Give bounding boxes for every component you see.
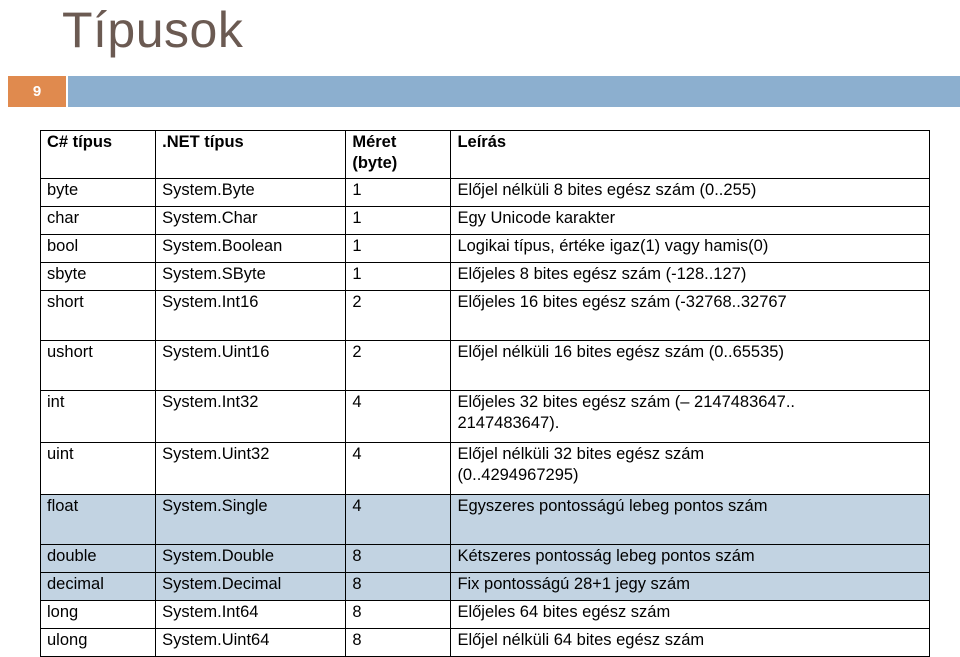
cell-description: Előjel nélküli 64 bites egész szám xyxy=(450,628,930,657)
table-row: byte System.Byte 1 Előjel nélküli 8 bites e… xyxy=(39,178,930,207)
table-row: long System.Int64 8 Előjeles 64 bites egész… xyxy=(39,600,930,629)
table-row: int System.Int32 4 Előjeles 32 bites egész … xyxy=(39,390,930,443)
cell-net-type: System.Int32 xyxy=(155,390,347,443)
cell-size: 1 xyxy=(345,262,452,291)
cell-size: 1 xyxy=(345,234,452,263)
cell-size: 2 xyxy=(345,340,452,391)
cell-cs-type: decimal xyxy=(39,572,157,601)
cell-description: Fix pontosságú 28+1 jegy szám xyxy=(450,572,930,601)
cell-net-type: System.Int16 xyxy=(155,290,347,341)
cell-description: Kétszeres pontosság lebeg pontos szám xyxy=(450,544,930,573)
cell-net-type: System.Byte xyxy=(155,178,347,207)
cell-cs-type: byte xyxy=(39,178,157,207)
cell-net-type: System.Decimal xyxy=(155,572,347,601)
cell-cs-type: ulong xyxy=(39,628,157,657)
cell-description-line2: 2147483647). xyxy=(457,414,560,432)
cell-cs-type: ushort xyxy=(39,340,157,391)
table-row: ulong System.Uint64 8 Előjel nélküli 64 bit… xyxy=(39,628,930,657)
cell-net-type: System.Uint32 xyxy=(155,442,347,495)
header-net-type: .NET típus xyxy=(155,130,347,179)
header-size-label: Méret xyxy=(352,133,397,151)
cell-size: 1 xyxy=(345,206,452,235)
cell-cs-type: int xyxy=(39,390,157,443)
cell-size: 4 xyxy=(345,390,452,443)
cell-size: 8 xyxy=(345,572,452,601)
table-row: float System.Single 4 Egyszeres pontosságú … xyxy=(39,494,930,545)
cell-size: 4 xyxy=(345,442,452,495)
table-row: ushort System.Uint16 2 Előjel nélküli 16 bi… xyxy=(39,340,930,391)
cell-size: 1 xyxy=(345,178,452,207)
cell-description: Előjeles 64 bites egész szám xyxy=(450,600,930,629)
cell-cs-type: sbyte xyxy=(39,262,157,291)
table-row: char System.Char 1 Egy Unicode karakter xyxy=(39,206,930,235)
cell-size: 4 xyxy=(345,494,452,545)
cell-description: Logikai típus, értéke igaz(1) vagy hamis… xyxy=(450,234,930,263)
header-cs-type: C# típus xyxy=(39,130,157,179)
cell-description: Előjel nélküli 32 bites egész szám (0..42… xyxy=(450,442,930,495)
cell-size: 8 xyxy=(345,628,452,657)
cell-net-type: System.SByte xyxy=(155,262,347,291)
cell-size: 2 xyxy=(345,290,452,341)
cell-size: 8 xyxy=(345,600,452,629)
cell-description: Előjeles 8 bites egész szám (-128..127) xyxy=(450,262,930,291)
table-body: byte System.Byte 1 Előjel nélküli 8 bites e… xyxy=(39,178,930,657)
slide-number-badge: 9 xyxy=(8,76,66,107)
table-row: sbyte System.SByte 1 Előjeles 8 bites egész… xyxy=(39,262,930,291)
table-row: short System.Int16 2 Előjeles 16 bites egés… xyxy=(39,290,930,341)
accent-bar xyxy=(68,76,960,107)
cell-net-type: System.Int64 xyxy=(155,600,347,629)
table-row: double System.Double 8 Kétszeres pontosság … xyxy=(39,544,930,573)
cell-description: Előjel nélküli 16 bites egész szám (0..6… xyxy=(450,340,930,391)
table-row: uint System.Uint32 4 Előjel nélküli 32 bite… xyxy=(39,442,930,495)
cell-description-line2: (0..4294967295) xyxy=(457,466,579,484)
cell-size: 8 xyxy=(345,544,452,573)
cell-net-type: System.Double xyxy=(155,544,347,573)
table-row: decimal System.Decimal 8 Fix pontosságú 28+… xyxy=(39,572,930,601)
types-table: C# típus .NET típus Méret (byte) Leírás … xyxy=(39,130,930,657)
header-size-unit: (byte) xyxy=(352,154,398,172)
cell-cs-type: short xyxy=(39,290,157,341)
cell-net-type: System.Char xyxy=(155,206,347,235)
cell-cs-type: double xyxy=(39,544,157,573)
cell-description: Előjeles 32 bites egész szám (– 21474836… xyxy=(450,390,930,443)
cell-net-type: System.Boolean xyxy=(155,234,347,263)
table-header-row: C# típus .NET típus Méret (byte) Leírás xyxy=(39,130,930,179)
cell-cs-type: char xyxy=(39,206,157,235)
header-description: Leírás xyxy=(450,130,930,179)
page-title: Típusok xyxy=(62,2,244,58)
cell-description: Egy Unicode karakter xyxy=(450,206,930,235)
cell-cs-type: float xyxy=(39,494,157,545)
header-size: Méret (byte) xyxy=(345,130,452,179)
cell-description: Egyszeres pontosságú lebeg pontos szám xyxy=(450,494,930,545)
cell-net-type: System.Uint16 xyxy=(155,340,347,391)
cell-cs-type: long xyxy=(39,600,157,629)
cell-net-type: System.Uint64 xyxy=(155,628,347,657)
table-row: bool System.Boolean 1 Logikai típus, értéke… xyxy=(39,234,930,263)
slide-number-band: 9 xyxy=(0,76,960,107)
cell-net-type: System.Single xyxy=(155,494,347,545)
cell-cs-type: uint xyxy=(39,442,157,495)
cell-description: Előjel nélküli 8 bites egész szám (0..25… xyxy=(450,178,930,207)
cell-description: Előjeles 16 bites egész szám (-32768..32… xyxy=(450,290,930,341)
cell-cs-type: bool xyxy=(39,234,157,263)
